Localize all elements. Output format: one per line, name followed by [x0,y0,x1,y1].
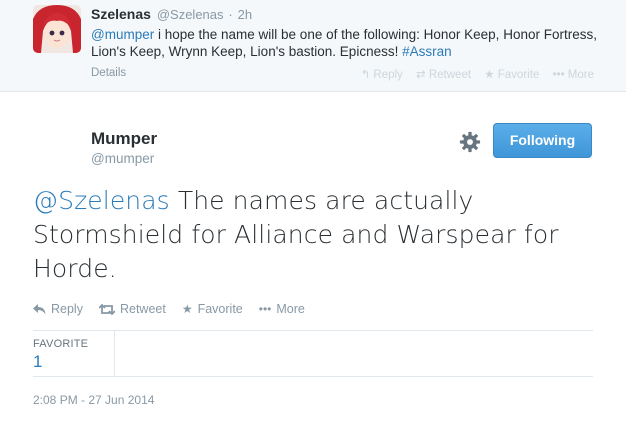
context-tweet-body: i hope the name will be one of the follo… [91,27,597,59]
gear-icon[interactable] [459,131,481,153]
tweet-timestamp[interactable]: 2:08 PM - 27 Jun 2014 [33,393,154,407]
separator-dot: · [228,7,233,22]
context-tweet-text: @mumper i hope the name will be one of t… [91,26,601,60]
favorite-action[interactable]: ★ Favorite [182,302,243,316]
context-more-action[interactable]: ••• More [553,69,594,81]
reply-context: Szelenas @Szelenas · 2h @mumper i hope t… [0,0,626,92]
hashtag-link[interactable]: #Assran [402,44,452,59]
favorite-label: Favorite [197,302,243,316]
reply-action[interactable]: Reply [33,302,83,316]
context-author-name[interactable]: Szelenas [91,6,151,22]
retweet-action[interactable]: Retweet [98,302,166,316]
context-tweet-header: Szelenas @Szelenas · 2h [91,6,252,22]
context-more-label: More [567,69,594,81]
context-favorite-action[interactable]: ★ Favorite [484,69,539,81]
retweet-icon [98,303,115,315]
reply-icon [33,303,46,314]
favorite-stat[interactable]: FAVORITE 1 [33,331,115,376]
mention-link[interactable]: @Szelenas [33,186,170,215]
context-timestamp[interactable]: 2h [238,7,252,22]
reply-label: Reply [51,302,83,316]
author-handle[interactable]: @mumper [91,151,154,166]
favorite-stat-label: FAVORITE [33,338,89,350]
context-reply-action[interactable]: ↰ Reply [361,69,403,81]
more-action[interactable]: ••• More [259,302,305,316]
context-retweet-action[interactable]: ⇄ Retweet [416,69,471,81]
tweet-text: @Szelenas The names are actually Stormsh… [33,184,603,286]
more-dots-icon: ••• [258,302,272,316]
following-button[interactable]: Following [493,123,592,158]
details-link[interactable]: Details [91,67,126,79]
context-retweet-label: Retweet [428,69,472,81]
author-name[interactable]: Mumper [91,129,157,149]
context-mention-link[interactable]: @mumper [91,27,154,42]
context-actions: ↰ Reply ⇄ Retweet ★ Favorite ••• More [351,67,594,81]
favorite-count[interactable]: 1 [33,352,42,372]
context-reply-label: Reply [373,69,403,81]
star-icon: ★ [181,302,193,316]
tweet-actions: Reply Retweet ★ Favorite ••• More [33,302,321,316]
tweet-stats: FAVORITE 1 [33,330,593,377]
more-label: More [276,302,305,316]
retweet-label: Retweet [119,302,166,316]
context-author-handle[interactable]: @Szelenas [157,7,224,22]
avatar[interactable] [33,5,81,53]
avatar-image [33,5,81,53]
context-favorite-label: Favorite [497,69,540,81]
